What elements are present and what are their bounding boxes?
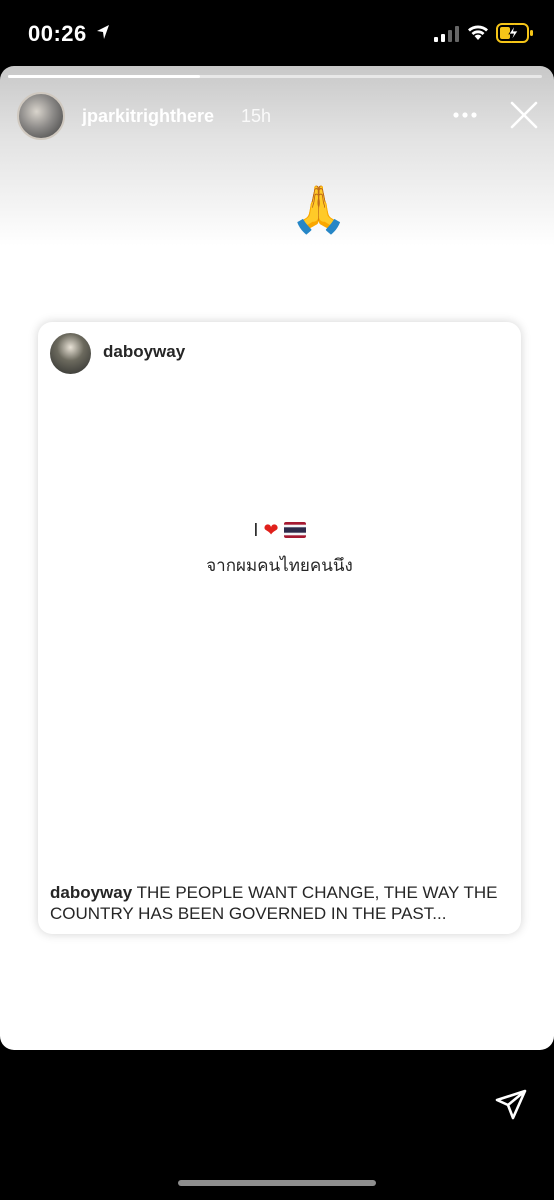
location-arrow-icon [97, 25, 109, 39]
post-author-username[interactable]: daboyway [103, 342, 185, 362]
send-icon[interactable] [494, 1088, 528, 1122]
status-time: 00:26 [28, 21, 87, 46]
home-indicator[interactable] [178, 1180, 376, 1186]
red-heart-icon: ❤ [263, 520, 279, 540]
cellular-signal-icon [434, 26, 459, 42]
caption-username: daboyway [50, 883, 133, 902]
story-progress-fill [8, 75, 201, 78]
close-icon[interactable] [509, 100, 539, 130]
folded-hands-emoji: 🙏 [290, 183, 348, 235]
post-text-line-2: จากผมคนไทยคนนึง [206, 556, 353, 576]
thailand-flag-icon [283, 522, 306, 538]
status-bar: 00:26 [0, 0, 554, 66]
post-author-avatar[interactable] [50, 333, 91, 374]
story-timestamp: 15h [241, 106, 272, 126]
story-progress-bar [8, 75, 542, 78]
wifi-icon [468, 25, 488, 40]
story-author-avatar[interactable] [17, 92, 65, 140]
more-icon[interactable] [452, 111, 478, 119]
shared-post-card[interactable]: daboyway I ❤ จากผมคนไทยคนนึง daboyway TH… [38, 322, 521, 934]
battery-charging-icon [496, 23, 533, 43]
story-view[interactable]: jparkitrighthere 15h 🙏 daboyway I ❤ จากผ… [0, 66, 554, 1050]
post-caption: daboyway THE PEOPLE WANT CHANGE, THE WAY… [50, 882, 508, 924]
post-text-prefix: I [253, 520, 259, 540]
post-text-line-1: I ❤ [38, 520, 521, 541]
story-author-username[interactable]: jparkitrighthere [82, 106, 214, 127]
